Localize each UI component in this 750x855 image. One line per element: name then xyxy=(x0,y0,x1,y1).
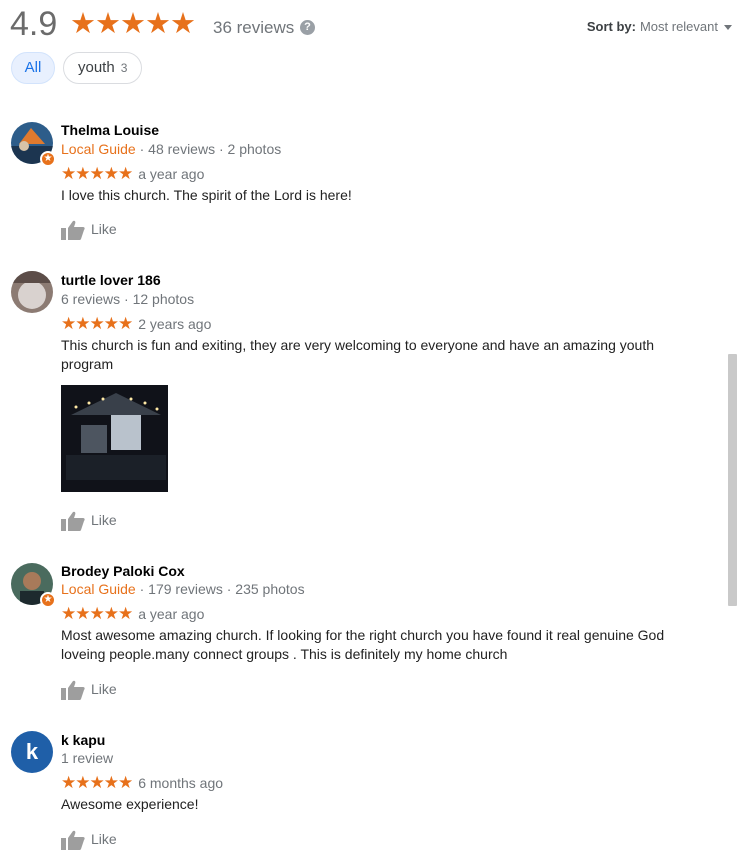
review-text: Awesome experience! xyxy=(61,796,199,812)
review-stars: ★★★★★ xyxy=(61,164,133,183)
avatar[interactable] xyxy=(11,271,53,313)
local-guide-label: Local Guide xyxy=(61,141,136,157)
review-text: I love this church. The spirit of the Lo… xyxy=(61,187,352,203)
sort-label: Sort by: xyxy=(586,19,636,34)
reviewer-name[interactable]: Thelma Louise xyxy=(61,122,159,138)
filter-chip-youth[interactable]: youth 3 xyxy=(63,52,142,84)
like-button[interactable]: Like xyxy=(61,218,117,241)
thumbs-up-icon xyxy=(61,831,85,851)
filter-chip-count: 3 xyxy=(120,61,128,75)
reviewer-stats: · 48 reviews · 2 photos xyxy=(135,141,282,157)
thumbs-up-icon xyxy=(61,681,85,701)
review-photo[interactable] xyxy=(61,385,168,492)
reviewer-stats: · 179 reviews · 235 photos xyxy=(135,581,305,597)
review-rating-line: ★★★★★ 6 months ago xyxy=(61,773,223,793)
avatar[interactable]: ★ xyxy=(11,122,56,167)
local-guide-label: Local Guide xyxy=(61,581,136,597)
review-stars: ★★★★★ xyxy=(61,314,133,333)
local-guide-badge-icon: ★ xyxy=(40,592,56,608)
help-icon[interactable]: ? xyxy=(300,20,315,35)
sort-value: Most relevant xyxy=(639,19,718,34)
avatar[interactable]: k xyxy=(11,731,53,773)
reviewer-meta: 1 review xyxy=(61,750,113,766)
review-stars: ★★★★★ xyxy=(61,773,133,792)
review-text: Most awesome amazing church. If looking … xyxy=(61,627,665,662)
review-rating-line: ★★★★★ a year ago xyxy=(61,164,204,184)
reviewer-name[interactable]: turtle lover 186 xyxy=(61,272,161,288)
reviewer-meta: Local Guide · 48 reviews · 2 photos xyxy=(61,141,281,157)
average-rating-stars: ★★★★★ xyxy=(70,8,196,40)
review-rating-line: ★★★★★ a year ago xyxy=(61,604,204,624)
filter-chip-all[interactable]: All xyxy=(11,52,55,84)
reviewer-name[interactable]: Brodey Paloki Cox xyxy=(61,563,185,579)
review-time: 6 months ago xyxy=(138,775,224,791)
review-rating-line: ★★★★★ 2 years ago xyxy=(61,314,211,334)
average-rating: 4.9 xyxy=(10,5,58,43)
reviewer-meta: Local Guide · 179 reviews · 235 photos xyxy=(61,581,305,597)
review-time: 2 years ago xyxy=(138,316,212,332)
reviewer-meta: 6 reviews · 12 photos xyxy=(61,291,194,307)
review-text: This church is fun and exiting, they are… xyxy=(61,337,654,372)
review-time: a year ago xyxy=(138,166,205,182)
filter-chip-label: All xyxy=(24,59,42,76)
scrollbar[interactable] xyxy=(728,354,737,606)
reviews-header: 4.9 ★★★★★ 36 reviews ? Sort by: Most rele… xyxy=(0,0,750,100)
like-button[interactable]: Like xyxy=(61,828,117,851)
reviewer-stats: 6 reviews · 12 photos xyxy=(61,291,195,307)
like-label: Like xyxy=(91,831,117,847)
like-label: Like xyxy=(91,512,117,528)
avatar-initial: k xyxy=(11,731,53,773)
reviewer-stats: 1 review xyxy=(61,750,114,766)
like-button[interactable]: Like xyxy=(61,509,117,532)
thumbs-up-icon xyxy=(61,512,85,532)
review-stars: ★★★★★ xyxy=(61,604,133,623)
like-label: Like xyxy=(91,221,117,237)
like-button[interactable]: Like xyxy=(61,678,117,701)
sort-dropdown[interactable]: Sort by: Most relevant xyxy=(587,19,732,34)
review-time: a year ago xyxy=(138,606,205,622)
avatar[interactable]: ★ xyxy=(11,563,56,608)
total-review-count: 36 reviews xyxy=(213,18,295,37)
filter-chip-label: youth xyxy=(78,59,115,76)
reviewer-name[interactable]: k kapu xyxy=(61,732,105,748)
thumbs-up-icon xyxy=(61,221,85,241)
local-guide-badge-icon: ★ xyxy=(40,151,56,167)
chevron-down-icon xyxy=(724,25,732,31)
like-label: Like xyxy=(91,681,117,697)
